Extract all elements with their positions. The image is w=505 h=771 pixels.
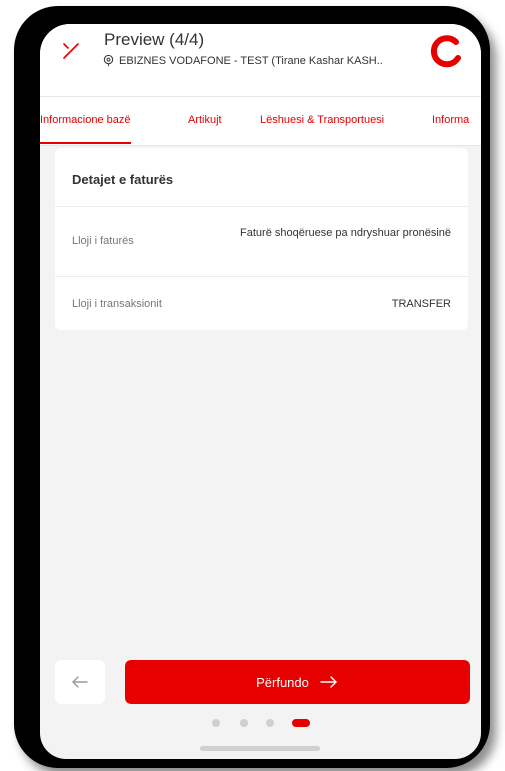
account-subtitle: EBIZNES VODAFONE - TEST (Tirane Kashar K… <box>102 54 383 67</box>
step-dot-3 <box>266 719 274 727</box>
detail-row-invoice-type: Lloji i faturës Faturë shoqëruese pa ndr… <box>55 206 468 277</box>
card-title: Detajet e faturës <box>72 172 174 187</box>
page-title: Preview (4/4) <box>104 30 205 49</box>
vodafone-logo-icon <box>430 35 461 68</box>
transaction-type-label: Lloji i transaksionit <box>72 298 162 310</box>
detail-row-transaction-type: Lloji i transaksionit TRANSFER <box>55 276 468 331</box>
vodafone-logo[interactable] <box>426 32 466 72</box>
step-indicator <box>40 719 481 729</box>
tab-issuer-transporter[interactable]: Lëshuesi & Transportuesi <box>260 97 384 143</box>
header: Preview (4/4) EBIZNES VODAFONE - TEST (T… <box>40 24 481 96</box>
close-button[interactable] <box>58 38 84 64</box>
tab-bar: Informacione bazë Artikujt Lëshuesi & Tr… <box>40 96 481 146</box>
home-indicator <box>200 746 320 751</box>
location-pin-icon <box>103 54 114 67</box>
account-subtitle-text: EBIZNES VODAFONE - TEST (Tirane Kashar K… <box>119 54 383 67</box>
step-dot-4 <box>292 719 310 727</box>
step-dot-1 <box>212 719 220 727</box>
transaction-type-value: TRANSFER <box>391 298 451 310</box>
invoice-type-label: Lloji i faturës <box>72 235 134 247</box>
invoice-type-value: Faturë shoqëruese pa ndryshuar pronësinë <box>240 227 451 239</box>
invoice-details-card: Detajet e faturës Lloji i faturës Faturë… <box>55 148 468 330</box>
tab-basic-info[interactable]: Informacione bazë <box>40 97 131 144</box>
close-icon <box>63 43 79 59</box>
finish-button-label: Përfundo <box>256 674 309 690</box>
tab-items[interactable]: Artikujt <box>188 97 222 143</box>
arrow-left-icon <box>72 676 88 688</box>
app-screen: Preview (4/4) EBIZNES VODAFONE - TEST (T… <box>40 24 481 759</box>
back-button[interactable] <box>55 660 105 704</box>
arrow-right-icon <box>320 676 337 688</box>
step-dot-2 <box>240 719 248 727</box>
finish-button[interactable]: Përfundo <box>125 660 470 704</box>
tab-more-info[interactable]: Informa <box>432 97 469 143</box>
